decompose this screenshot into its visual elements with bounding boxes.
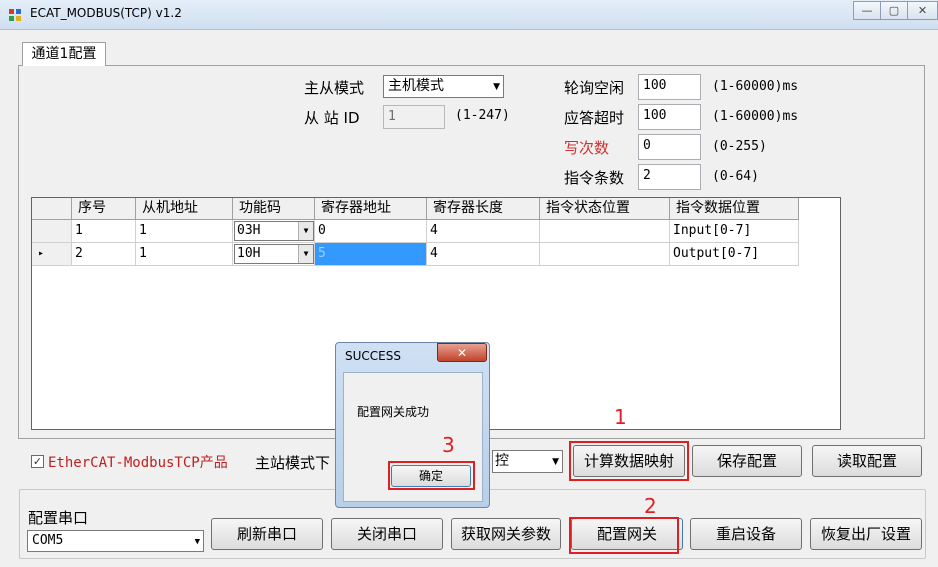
poll-idle-range: (1-60000)ms bbox=[712, 79, 799, 94]
table-cell-slave-addr[interactable]: 1 bbox=[136, 220, 233, 243]
mode-select-value: 主机模式 bbox=[388, 78, 444, 94]
annotation-box-1 bbox=[569, 441, 689, 481]
read-config-button[interactable]: 读取配置 bbox=[812, 445, 922, 477]
func-code-value: 10H bbox=[237, 246, 261, 261]
table-cell-slave-addr[interactable]: 1 bbox=[136, 243, 233, 266]
grid-corner-header bbox=[32, 198, 72, 220]
chevron-down-icon: ▼ bbox=[298, 245, 313, 263]
get-gateway-params-button[interactable]: 获取网关参数 bbox=[451, 518, 561, 550]
slave-id-range: (1-247) bbox=[455, 108, 510, 123]
close-port-button[interactable]: 关闭串口 bbox=[331, 518, 443, 550]
annotation-step-1: 1 bbox=[614, 405, 627, 429]
current-row-marker-icon[interactable]: ▸ bbox=[32, 243, 72, 266]
grid-header-reg-addr[interactable]: 寄存器地址 bbox=[315, 198, 427, 220]
control-select[interactable]: 控 ▼ bbox=[492, 450, 563, 473]
product-checkbox[interactable]: ✓ bbox=[31, 455, 44, 468]
func-code-select[interactable]: 03H ▼ bbox=[234, 221, 314, 241]
row-header[interactable] bbox=[32, 220, 72, 243]
cmd-count-range: (0-64) bbox=[712, 169, 759, 184]
annotation-step-3: 3 bbox=[442, 433, 455, 457]
slave-id-input[interactable]: 1 bbox=[383, 105, 445, 129]
app-icon bbox=[9, 9, 21, 21]
grid-header-reg-len[interactable]: 寄存器长度 bbox=[427, 198, 540, 220]
timeout-input[interactable]: 100 bbox=[638, 104, 701, 130]
tab-channel1-config[interactable]: 通道1配置 bbox=[22, 42, 106, 66]
grid-header-slave-addr[interactable]: 从机地址 bbox=[136, 198, 233, 220]
grid-header-data-pos[interactable]: 指令数据位置 bbox=[670, 198, 799, 220]
maximize-button[interactable]: ▢ bbox=[880, 1, 908, 20]
write-count-input[interactable]: 0 bbox=[638, 134, 701, 160]
cmd-count-label: 指令条数 bbox=[564, 169, 625, 187]
table-cell-reg-len[interactable]: 4 bbox=[427, 243, 540, 266]
minimize-button[interactable]: — bbox=[853, 1, 881, 20]
window-title: ECAT_MODBUS(TCP) v1.2 bbox=[30, 6, 182, 20]
product-checkbox-label[interactable]: EtherCAT-ModbusTCP产品 bbox=[48, 452, 228, 472]
slave-id-label: 从 站 ID bbox=[304, 109, 360, 127]
table-cell-status-pos[interactable] bbox=[540, 243, 670, 266]
func-code-value: 03H bbox=[237, 223, 261, 238]
factory-reset-button[interactable]: 恢复出厂设置 bbox=[810, 518, 922, 550]
table-cell-data-pos[interactable]: Input[0-7] bbox=[670, 220, 799, 243]
serial-port-value: COM5 bbox=[32, 533, 64, 548]
annotation-box-2 bbox=[569, 517, 679, 554]
control-select-value: 控 bbox=[495, 453, 509, 469]
chevron-down-icon: ▼ bbox=[493, 82, 500, 92]
annotation-box-3 bbox=[388, 461, 475, 490]
table-cell-reg-addr-selected[interactable]: 5 bbox=[315, 243, 427, 266]
poll-idle-label: 轮询空闲 bbox=[564, 79, 625, 97]
write-count-label: 写次数 bbox=[564, 139, 610, 157]
table-cell-reg-addr[interactable]: 0 bbox=[315, 220, 427, 243]
cmd-count-input[interactable]: 2 bbox=[638, 164, 701, 190]
mode-select[interactable]: 主机模式 ▼ bbox=[383, 75, 504, 98]
close-button[interactable]: ✕ bbox=[907, 1, 938, 20]
chevron-down-icon: ▼ bbox=[298, 222, 313, 240]
timeout-range: (1-60000)ms bbox=[712, 109, 799, 124]
grid-header-index[interactable]: 序号 bbox=[72, 198, 136, 220]
timeout-label: 应答超时 bbox=[564, 109, 625, 127]
master-mode-label: 主站模式下 bbox=[255, 454, 331, 472]
grid-header-func-code[interactable]: 功能码 bbox=[233, 198, 315, 220]
save-config-button[interactable]: 保存配置 bbox=[692, 445, 802, 477]
dialog-close-button[interactable]: ✕ bbox=[437, 343, 487, 362]
annotation-step-2: 2 bbox=[644, 494, 657, 518]
mode-label: 主从模式 bbox=[304, 79, 365, 97]
restart-device-button[interactable]: 重启设备 bbox=[690, 518, 802, 550]
table-cell-data-pos[interactable]: Output[0-7] bbox=[670, 243, 799, 266]
write-count-range: (0-255) bbox=[712, 139, 767, 154]
chevron-down-icon: ▼ bbox=[552, 457, 559, 467]
grid-header-status-pos[interactable]: 指令状态位置 bbox=[540, 198, 670, 220]
table-cell-status-pos[interactable] bbox=[540, 220, 670, 243]
func-code-select[interactable]: 10H ▼ bbox=[234, 244, 314, 264]
serial-port-select[interactable]: COM5 ▼ bbox=[27, 530, 204, 552]
table-cell-reg-len[interactable]: 4 bbox=[427, 220, 540, 243]
table-cell-index[interactable]: 1 bbox=[72, 220, 136, 243]
poll-idle-input[interactable]: 100 bbox=[638, 74, 701, 100]
refresh-port-button[interactable]: 刷新串口 bbox=[211, 518, 323, 550]
table-cell-func[interactable]: 03H ▼ bbox=[233, 220, 315, 243]
serial-port-label: 配置串口 bbox=[28, 509, 89, 527]
dialog-message: 配置网关成功 bbox=[357, 405, 430, 419]
dialog-title: SUCCESS bbox=[345, 349, 401, 363]
table-cell-index[interactable]: 2 bbox=[72, 243, 136, 266]
table-cell-func[interactable]: 10H ▼ bbox=[233, 243, 315, 266]
chevron-down-icon: ▼ bbox=[194, 537, 200, 547]
